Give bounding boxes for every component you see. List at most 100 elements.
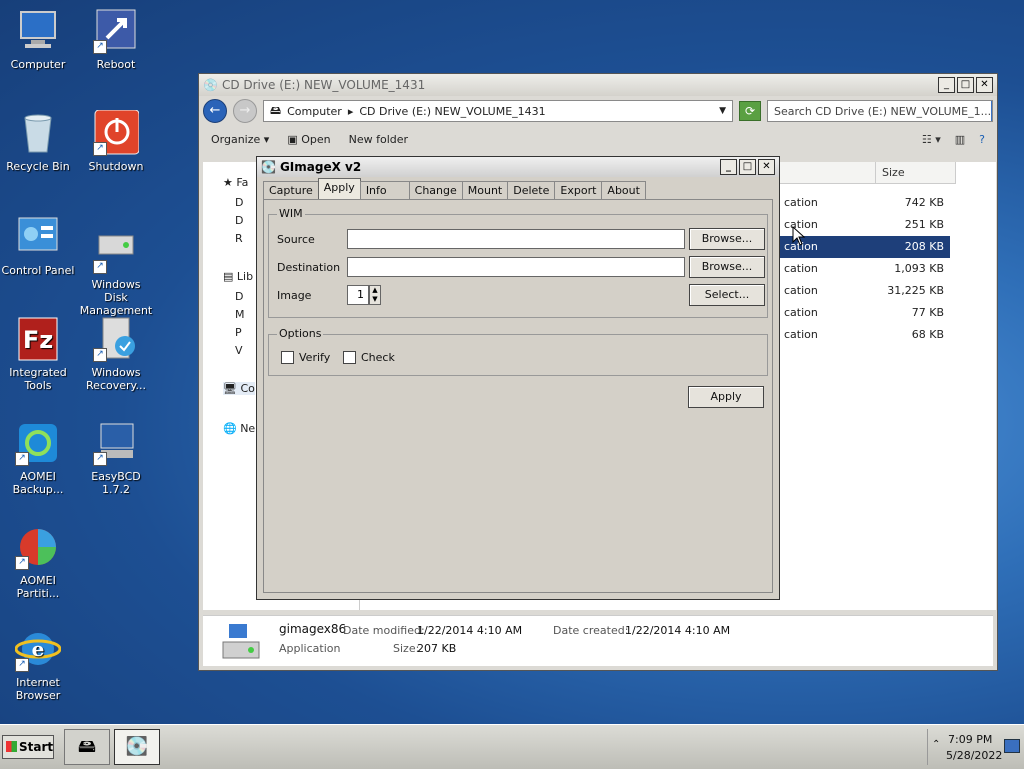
- tab-apply[interactable]: Apply: [317, 178, 361, 199]
- explorer-titlebar[interactable]: 💿 CD Drive (E:) NEW_VOLUME_1431 _ □ ✕: [199, 74, 997, 96]
- close-button[interactable]: ✕: [758, 159, 775, 175]
- cd-drive-icon: 💿: [203, 78, 218, 92]
- desktop-icon-integrated-tools[interactable]: Fz Integrated Tools: [0, 316, 76, 392]
- minimize-button[interactable]: _: [720, 159, 737, 175]
- tab-info[interactable]: Info: [359, 181, 410, 199]
- nav-item[interactable]: P: [235, 326, 242, 339]
- back-button[interactable]: ←: [203, 99, 227, 123]
- nav-libraries[interactable]: ▤ Lib: [223, 270, 253, 283]
- breadcrumb-separator-icon: ▸: [347, 104, 354, 118]
- help-icon[interactable]: ?: [979, 133, 985, 146]
- command-bar: Organize ▾ ▣ Open New folder ☷ ▾ ▥ ?: [199, 126, 997, 152]
- address-bar[interactable]: 🖴 Computer ▸ CD Drive (E:) NEW_VOLUME_14…: [263, 100, 733, 122]
- verify-label: Verify: [299, 351, 331, 364]
- nav-item[interactable]: D: [235, 290, 243, 303]
- tab-export[interactable]: Export: [554, 181, 603, 199]
- filezilla-icon: Fz: [15, 316, 61, 362]
- nav-item[interactable]: R: [235, 232, 243, 245]
- check-label: Check: [361, 351, 395, 364]
- source-browse-button[interactable]: Browse...: [689, 228, 765, 250]
- desktop-icon-recycle-bin[interactable]: Recycle Bin: [0, 110, 76, 173]
- desktop-icon-internet-browser[interactable]: e ↗ Internet Browser: [0, 626, 76, 702]
- clock-time[interactable]: 7:09 PM: [948, 733, 992, 746]
- details-pane: gimagex86 Date modified: 1/22/2014 4:10 …: [203, 615, 993, 666]
- tab-mount[interactable]: Mount: [461, 181, 509, 199]
- preview-pane-icon[interactable]: ▥: [955, 133, 965, 146]
- nav-item[interactable]: M: [235, 308, 245, 321]
- organize-button[interactable]: Organize ▾: [211, 133, 269, 146]
- desktop-icon-disk-management[interactable]: ↗ Windows Disk Management: [78, 228, 154, 317]
- nav-computer[interactable]: 🖥 Co: [223, 382, 255, 395]
- control-panel-icon: [15, 214, 61, 260]
- gimagex-title: GImageX v2: [279, 160, 362, 174]
- column-header-size[interactable]: Size: [876, 162, 956, 184]
- nav-item[interactable]: V: [235, 344, 243, 357]
- nav-favorites[interactable]: ★ Fa: [223, 176, 248, 189]
- show-desktop-icon[interactable]: [1004, 739, 1020, 753]
- gimagex-titlebar[interactable]: 💽 GImageX v2 _ □ ✕: [257, 157, 779, 177]
- image-index-input[interactable]: 1: [347, 285, 369, 305]
- view-options-icon[interactable]: ☷ ▾: [922, 133, 941, 146]
- tab-capture[interactable]: Capture: [263, 181, 319, 199]
- start-button[interactable]: Start: [2, 735, 54, 759]
- open-button[interactable]: ▣ Open: [287, 133, 330, 146]
- minimize-button[interactable]: _: [938, 77, 955, 93]
- desktop-icon-control-panel[interactable]: Control Panel: [0, 214, 76, 277]
- tab-delete[interactable]: Delete: [507, 181, 556, 199]
- taskbar-item-explorer[interactable]: 🖴: [64, 729, 110, 765]
- forward-button[interactable]: →: [233, 99, 257, 123]
- reboot-icon: ↗: [93, 8, 139, 54]
- desktop-icon-computer[interactable]: Computer: [0, 8, 76, 71]
- search-icon[interactable]: ⚲: [991, 101, 992, 121]
- check-checkbox[interactable]: [343, 351, 356, 364]
- desktop-icon-easybcd[interactable]: ↗ EasyBCD 1.7.2: [78, 420, 154, 496]
- taskbar-item-gimagex[interactable]: 💽: [114, 729, 160, 765]
- nav-item[interactable]: D: [235, 214, 243, 227]
- apply-button[interactable]: Apply: [688, 386, 764, 408]
- shortcut-arrow-icon: ↗: [93, 452, 107, 466]
- image-spinner[interactable]: ▲ ▼: [369, 285, 381, 305]
- gimagex-window[interactable]: 💽 GImageX v2 _ □ ✕ Capture Apply Info Ch…: [256, 156, 780, 600]
- desktop-icon-aomei-backup[interactable]: ↗ AOMEI Backup...: [0, 420, 76, 496]
- show-hidden-icons-icon[interactable]: ⌃: [932, 739, 940, 750]
- verify-checkbox[interactable]: [281, 351, 294, 364]
- system-tray: ⌃ 7:09 PM 5/28/2022: [927, 729, 1024, 765]
- breadcrumb-computer[interactable]: Computer: [287, 105, 342, 118]
- nav-item[interactable]: D: [235, 196, 243, 209]
- desktop-icon-aomei-partition[interactable]: ↗ AOMEI Partiti...: [0, 524, 76, 600]
- details-size-label: Size:: [393, 642, 420, 655]
- chevron-down-icon[interactable]: ▼: [719, 106, 726, 116]
- drive-icon: 🖴: [270, 103, 282, 117]
- details-date-modified-label: Date modified:: [343, 624, 425, 637]
- search-input[interactable]: Search CD Drive (E:) NEW_VOLUME_1... ⚲: [767, 100, 993, 122]
- tab-change[interactable]: Change: [408, 181, 463, 199]
- address-bar-row: ← → 🖴 Computer ▸ CD Drive (E:) NEW_VOLUM…: [199, 96, 997, 126]
- application-icon: [219, 622, 263, 662]
- windows-logo-icon: [6, 741, 17, 752]
- tab-about[interactable]: About: [601, 181, 646, 199]
- maximize-button[interactable]: □: [957, 77, 974, 93]
- aomei-backup-icon: ↗: [15, 420, 61, 466]
- clock-date[interactable]: 5/28/2022: [946, 749, 1002, 762]
- svg-text:e: e: [32, 637, 45, 661]
- image-label: Image: [277, 289, 312, 302]
- shortcut-arrow-icon: ↗: [93, 40, 107, 54]
- disk-management-icon: ↗: [93, 228, 139, 274]
- new-folder-button[interactable]: New folder: [349, 133, 408, 146]
- taskbar: Start 🖴 💽 ⌃ 7:09 PM 5/28/2022: [0, 724, 1024, 769]
- desktop-icon-shutdown[interactable]: ↗ Shutdown: [78, 109, 154, 173]
- internet-explorer-icon: e ↗: [14, 626, 62, 672]
- desktop-icon-reboot[interactable]: ↗ Reboot: [78, 8, 154, 71]
- breadcrumb-cd-drive[interactable]: CD Drive (E:) NEW_VOLUME_1431: [359, 105, 545, 118]
- destination-browse-button[interactable]: Browse...: [689, 256, 765, 278]
- desktop-icon-windows-recovery[interactable]: ↗ Windows Recovery...: [78, 316, 154, 392]
- refresh-button[interactable]: ⟳: [739, 101, 761, 121]
- nav-network[interactable]: 🌐 Ne: [223, 422, 255, 435]
- select-image-button[interactable]: Select...: [689, 284, 765, 306]
- maximize-button[interactable]: □: [739, 159, 756, 175]
- shortcut-arrow-icon: ↗: [15, 658, 29, 672]
- aomei-partition-icon: ↗: [15, 524, 61, 570]
- destination-input[interactable]: [347, 257, 685, 277]
- source-input[interactable]: [347, 229, 685, 249]
- close-button[interactable]: ✕: [976, 77, 993, 93]
